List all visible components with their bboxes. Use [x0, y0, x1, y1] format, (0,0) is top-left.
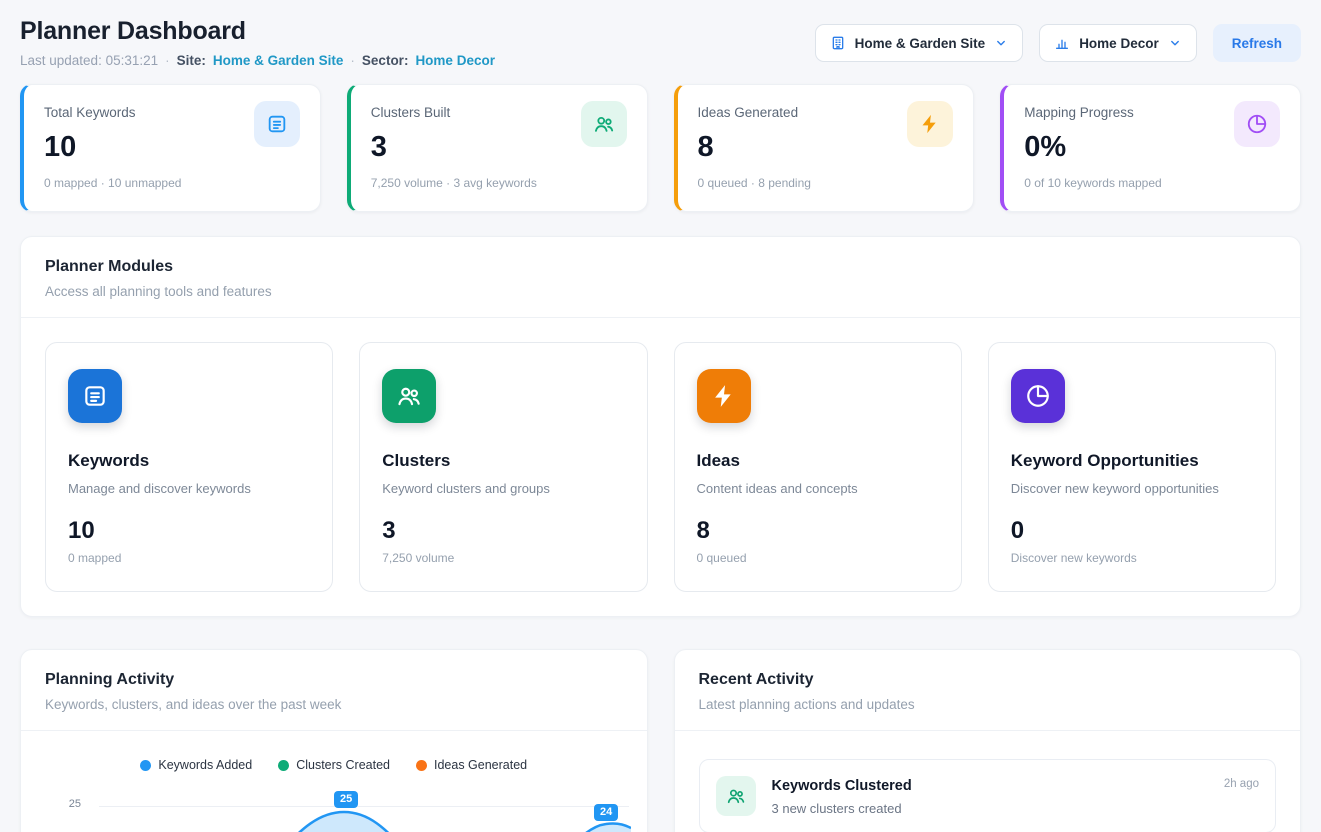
lightning-icon [697, 369, 751, 423]
pie-chart-icon [1011, 369, 1065, 423]
module-card-ideas[interactable]: Ideas Content ideas and concepts 8 0 que… [674, 342, 962, 592]
planner-modules-panel: Planner Modules Access all planning tool… [20, 236, 1301, 617]
stat-card-clusters-built: Clusters Built 3 7,250 volume · 3 avg ke… [347, 84, 648, 212]
people-icon [716, 776, 756, 816]
stat-card-mapping-progress: Mapping Progress 0% 0 of 10 keywords map… [1000, 84, 1301, 212]
header-left: Planner Dashboard Last updated: 05:31:21… [20, 14, 495, 68]
planner-modules-header: Planner Modules Access all planning tool… [21, 237, 1300, 318]
module-title: Keywords [68, 451, 310, 471]
chevron-down-icon [994, 36, 1008, 50]
module-detail: 0 queued [697, 551, 939, 565]
sector-label: Sector: [362, 53, 409, 68]
bar-chart-icon [1054, 35, 1070, 51]
legend-item-ideas-generated: Ideas Generated [416, 758, 527, 772]
sector-selector-value: Home Decor [1079, 36, 1159, 51]
module-description: Manage and discover keywords [68, 481, 310, 496]
legend-label: Ideas Generated [434, 758, 527, 772]
module-detail: Discover new keywords [1011, 551, 1253, 565]
legend-dot [416, 760, 427, 771]
refresh-button[interactable]: Refresh [1213, 24, 1301, 62]
legend-item-clusters-created: Clusters Created [278, 758, 390, 772]
site-selector-dropdown[interactable]: Home & Garden Site [815, 24, 1024, 62]
y-axis-tick-label: 25 [61, 798, 81, 810]
activity-title: Keywords Clustered [772, 778, 912, 794]
planner-dashboard-page: Planner Dashboard Last updated: 05:31:21… [0, 0, 1321, 832]
panel-title: Planning Activity [45, 671, 623, 689]
chart-legend: Keywords Added Clusters Created Ideas Ge… [21, 758, 647, 772]
bottom-row: Planning Activity Keywords, clusters, an… [20, 649, 1301, 832]
lightning-icon [907, 101, 953, 147]
document-list-icon [68, 369, 122, 423]
panel-title: Planner Modules [45, 258, 1276, 276]
site-label: Site: [177, 53, 206, 68]
page-title: Planner Dashboard [20, 16, 495, 46]
separator-dot: · [350, 53, 355, 68]
panel-title: Recent Activity [699, 671, 1277, 689]
separator-dot: · [165, 53, 170, 68]
stat-detail: 7,250 volume · 3 avg keywords [371, 176, 625, 190]
stat-detail: 0 mapped · 10 unmapped [44, 176, 298, 190]
module-title: Ideas [697, 451, 939, 471]
module-title: Keyword Opportunities [1011, 451, 1253, 471]
site-link[interactable]: Home & Garden Site [213, 53, 344, 68]
last-updated-text: Last updated: 05:31:21 [20, 53, 158, 68]
sector-selector-dropdown[interactable]: Home Decor [1039, 24, 1197, 62]
activity-description: 3 new clusters created [772, 801, 912, 816]
stats-row: Total Keywords 10 0 mapped · 10 unmapped… [20, 84, 1301, 212]
module-detail: 0 mapped [68, 551, 310, 565]
site-selector-value: Home & Garden Site [855, 36, 986, 51]
stat-card-total-keywords: Total Keywords 10 0 mapped · 10 unmapped [20, 84, 321, 212]
header-subline: Last updated: 05:31:21 · Site: Home & Ga… [20, 53, 495, 68]
planning-activity-panel: Planning Activity Keywords, clusters, an… [20, 649, 648, 832]
planning-activity-header: Planning Activity Keywords, clusters, an… [21, 650, 647, 731]
module-value: 10 [68, 517, 310, 545]
chevron-down-icon [1168, 36, 1182, 50]
people-icon [382, 369, 436, 423]
legend-item-keywords-added: Keywords Added [140, 758, 252, 772]
module-description: Keyword clusters and groups [382, 481, 624, 496]
sector-link[interactable]: Home Decor [415, 53, 495, 68]
header: Planner Dashboard Last updated: 05:31:21… [20, 14, 1301, 68]
module-card-keywords[interactable]: Keywords Manage and discover keywords 10… [45, 342, 333, 592]
legend-label: Clusters Created [296, 758, 390, 772]
stat-card-ideas-generated: Ideas Generated 8 0 queued · 8 pending [674, 84, 975, 212]
activity-timestamp: 2h ago [1224, 778, 1259, 790]
document-list-icon [254, 101, 300, 147]
module-value: 8 [697, 517, 939, 545]
panel-subtitle: Latest planning actions and updates [699, 697, 1277, 712]
module-description: Discover new keyword opportunities [1011, 481, 1253, 496]
building-icon [830, 35, 846, 51]
legend-dot [278, 760, 289, 771]
panel-subtitle: Keywords, clusters, and ideas over the p… [45, 697, 623, 712]
module-card-keyword-opportunities[interactable]: Keyword Opportunities Discover new keywo… [988, 342, 1276, 592]
activity-item-keywords-clustered: Keywords Clustered 3 new clusters create… [699, 759, 1277, 832]
stat-detail: 0 queued · 8 pending [698, 176, 952, 190]
people-icon [581, 101, 627, 147]
pie-chart-icon [1234, 101, 1280, 147]
module-detail: 7,250 volume [382, 551, 624, 565]
module-description: Content ideas and concepts [697, 481, 939, 496]
recent-activity-header: Recent Activity Latest planning actions … [675, 650, 1301, 731]
recent-activity-panel: Recent Activity Latest planning actions … [674, 649, 1302, 832]
modules-grid: Keywords Manage and discover keywords 10… [21, 318, 1300, 616]
header-controls: Home & Garden Site Home Decor Refresh [815, 24, 1301, 62]
panel-subtitle: Access all planning tools and features [45, 284, 1276, 299]
planning-activity-chart: 25 25 24 [21, 782, 647, 832]
data-point-label: 25 [334, 791, 358, 808]
activity-body: Keywords Clustered 3 new clusters create… [772, 776, 912, 816]
module-title: Clusters [382, 451, 624, 471]
legend-label: Keywords Added [158, 758, 252, 772]
data-point-label: 24 [594, 804, 618, 821]
module-value: 3 [382, 517, 624, 545]
module-value: 0 [1011, 517, 1253, 545]
legend-dot [140, 760, 151, 771]
stat-detail: 0 of 10 keywords mapped [1024, 176, 1278, 190]
module-card-clusters[interactable]: Clusters Keyword clusters and groups 3 7… [359, 342, 647, 592]
